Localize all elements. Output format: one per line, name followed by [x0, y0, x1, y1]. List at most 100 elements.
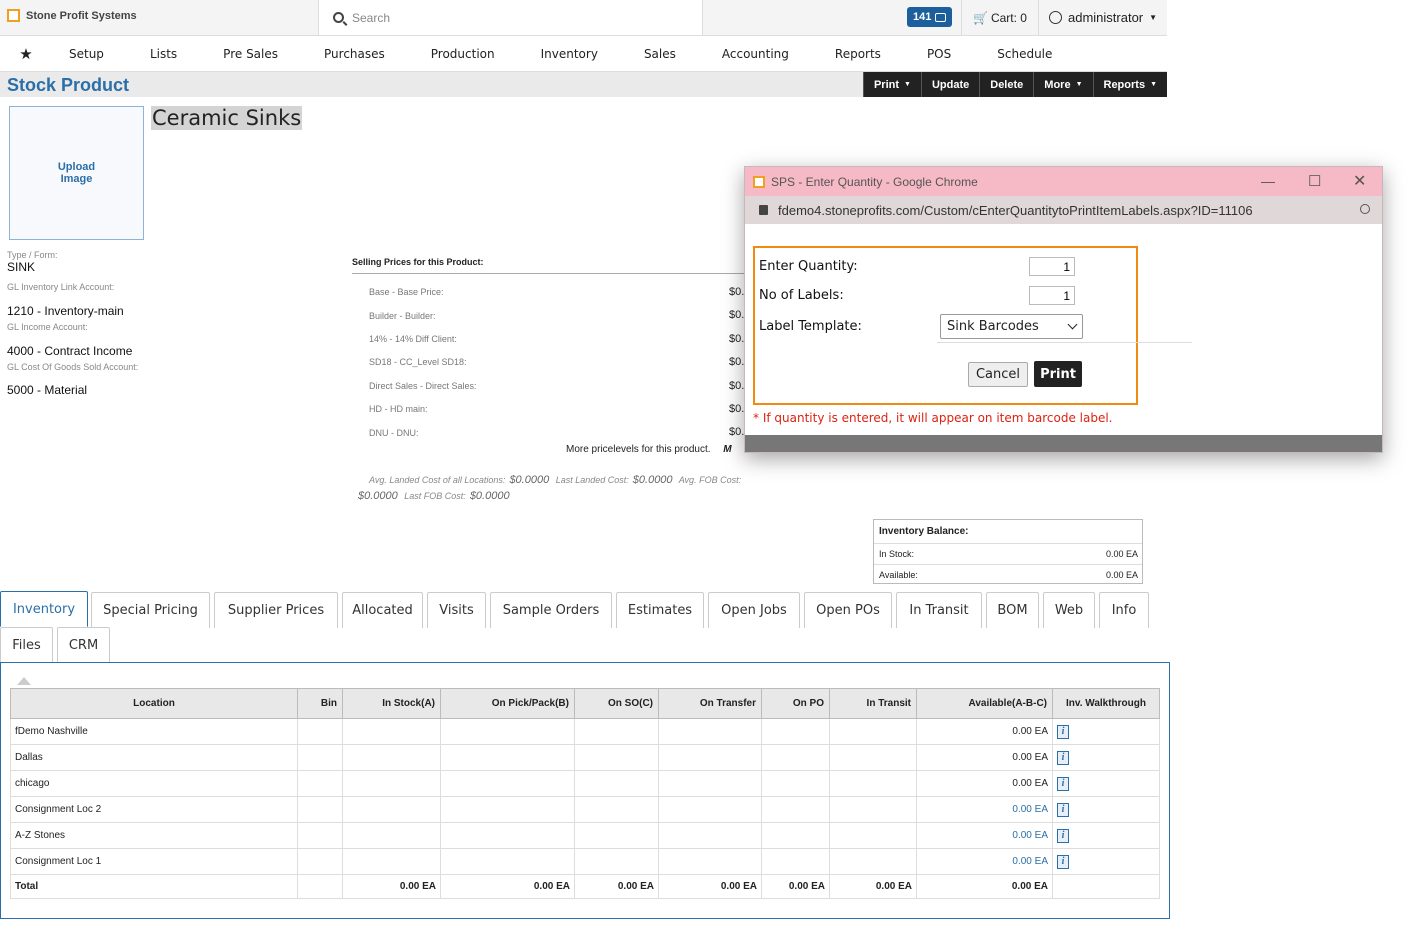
- search-icon: [333, 12, 344, 23]
- cancel-button[interactable]: Cancel: [968, 362, 1028, 387]
- inventory-balance: Inventory Balance: In Stock: 0.00 EA Ava…: [873, 519, 1143, 584]
- quantity-input[interactable]: [1029, 257, 1075, 276]
- brand-logo[interactable]: Stone Profit Systems: [7, 9, 137, 22]
- tab-open-pos[interactable]: Open POs: [804, 592, 892, 628]
- inventory-table: Location Bin In Stock(A) On Pick/Pack(B)…: [10, 688, 1160, 899]
- popup-titlebar[interactable]: SPS - Enter Quantity - Google Chrome — ☐…: [745, 167, 1382, 196]
- available-link[interactable]: 0.00 EA: [916, 822, 1053, 849]
- tab-inventory[interactable]: Inventory: [0, 591, 88, 627]
- gl-cogs-label: GL Cost Of Goods Sold Account:: [7, 362, 139, 372]
- tab-supplier-prices[interactable]: Supplier Prices: [214, 592, 338, 628]
- price-label: 14% - 14% Diff Client:: [369, 334, 457, 344]
- avg-fob-value: $0.0000: [358, 490, 398, 502]
- col-in-stock[interactable]: In Stock(A): [342, 688, 441, 719]
- divider: [937, 342, 1192, 343]
- info-icon[interactable]: i: [1057, 802, 1069, 817]
- tab-allocated[interactable]: Allocated: [342, 592, 423, 628]
- more-pricelevels-link[interactable]: More pricelevels for this product. M: [566, 444, 732, 455]
- upload-image-button[interactable]: Upload Image: [9, 106, 144, 240]
- caret-down-icon: ▼: [1149, 13, 1158, 22]
- gl-income-value: 4000 - Contract Income: [7, 344, 133, 358]
- last-fob-value: $0.0000: [469, 490, 510, 502]
- zoom-icon[interactable]: [1360, 204, 1370, 214]
- total-row: Total 0.00 EA 0.00 EA 0.00 EA 0.00 EA 0.…: [10, 874, 1160, 899]
- available-link[interactable]: 0.00 EA: [916, 848, 1053, 875]
- nav-sales[interactable]: Sales: [621, 47, 699, 61]
- messages-count: 141: [913, 11, 932, 23]
- nav-purchases[interactable]: Purchases: [301, 47, 408, 61]
- nav-pre-sales[interactable]: Pre Sales: [200, 47, 301, 61]
- table-row: fDemo Nashville 0.00 EA i: [10, 718, 1160, 745]
- label-template-value: Sink Barcodes: [947, 319, 1039, 334]
- avg-landed-value: $0.0000: [509, 474, 550, 486]
- reports-button[interactable]: Reports ▼: [1092, 72, 1167, 97]
- col-walkthrough[interactable]: Inv. Walkthrough: [1052, 688, 1160, 719]
- tab-info[interactable]: Info: [1099, 592, 1149, 628]
- col-bin[interactable]: Bin: [297, 688, 343, 719]
- cart-button[interactable]: 🛒 Cart: 0: [961, 0, 1038, 35]
- tab-crm[interactable]: CRM: [57, 627, 110, 663]
- messages-badge[interactable]: 141: [907, 7, 953, 27]
- print-labels-button[interactable]: Print: [1034, 361, 1082, 387]
- app-icon: [753, 175, 765, 188]
- info-icon[interactable]: i: [1057, 750, 1069, 765]
- nav-setup[interactable]: Setup: [52, 47, 127, 61]
- info-icon[interactable]: i: [1057, 854, 1069, 869]
- col-on-transfer[interactable]: On Transfer: [658, 688, 762, 719]
- tab-files[interactable]: Files: [0, 627, 53, 663]
- close-icon[interactable]: ✕: [1353, 171, 1366, 191]
- tab-special-pricing[interactable]: Special Pricing: [91, 592, 210, 628]
- nav-production[interactable]: Production: [408, 47, 518, 61]
- print-button[interactable]: Print ▼: [862, 72, 921, 97]
- price-value: $0.: [729, 380, 745, 392]
- table-row: Consignment Loc 2 0.00 EA i: [10, 796, 1160, 823]
- available-link[interactable]: 0.00 EA: [916, 796, 1053, 823]
- envelope-icon: [935, 12, 947, 22]
- last-landed-value: $0.0000: [632, 474, 673, 486]
- delete-button[interactable]: Delete: [979, 72, 1034, 97]
- col-on-pick-pack[interactable]: On Pick/Pack(B): [440, 688, 575, 719]
- nav-accounting[interactable]: Accounting: [699, 47, 812, 61]
- nav-schedule[interactable]: Schedule: [974, 47, 1075, 61]
- favorites-star-icon[interactable]: ★: [0, 45, 52, 63]
- user-menu[interactable]: administrator ▼: [1038, 0, 1167, 35]
- info-icon[interactable]: i: [1057, 828, 1069, 843]
- quantity-note: * If quantity is entered, it will appear…: [753, 411, 1113, 425]
- nav-inventory[interactable]: Inventory: [518, 47, 621, 61]
- tab-bom[interactable]: BOM: [986, 592, 1039, 628]
- minimize-icon[interactable]: —: [1261, 173, 1275, 189]
- info-icon[interactable]: i: [1057, 724, 1069, 739]
- page-title: Stock Product: [7, 75, 130, 95]
- col-on-so[interactable]: On SO(C): [574, 688, 659, 719]
- nav-lists[interactable]: Lists: [127, 47, 200, 61]
- col-location[interactable]: Location: [10, 688, 298, 719]
- nav-pos[interactable]: POS: [904, 47, 974, 61]
- nav-reports[interactable]: Reports: [812, 47, 904, 61]
- tab-estimates[interactable]: Estimates: [616, 592, 704, 628]
- search-input[interactable]: [352, 10, 672, 25]
- col-available[interactable]: Available(A-B-C): [916, 688, 1053, 719]
- maximize-icon[interactable]: ☐: [1308, 172, 1321, 190]
- popup-url[interactable]: fdemo4.stoneprofits.com/Custom/cEnterQua…: [778, 203, 1253, 218]
- gl-inventory-field: GL Inventory Link Account: 1210 - Invent…: [7, 282, 124, 318]
- tab-visits[interactable]: Visits: [427, 592, 486, 628]
- tab-open-jobs[interactable]: Open Jobs: [708, 592, 800, 628]
- col-in-transit[interactable]: In Transit: [829, 688, 917, 719]
- price-label: Builder - Builder:: [369, 311, 436, 321]
- table-row: Dallas 0.00 EA i: [10, 744, 1160, 771]
- more-button[interactable]: More ▼: [1033, 72, 1093, 97]
- product-name: Ceramic Sinks: [151, 106, 303, 130]
- tab-web[interactable]: Web: [1043, 592, 1095, 628]
- col-on-po[interactable]: On PO: [761, 688, 830, 719]
- panel-caret: [17, 677, 31, 685]
- tab-in-transit[interactable]: In Transit: [896, 592, 982, 628]
- labels-input[interactable]: [1029, 286, 1075, 305]
- tab-sample-orders[interactable]: Sample Orders: [490, 592, 612, 628]
- label-template-select[interactable]: Sink Barcodes: [940, 314, 1083, 339]
- price-value: $0.: [729, 286, 745, 298]
- gl-income-label: GL Income Account:: [7, 322, 88, 332]
- update-button[interactable]: Update: [920, 72, 980, 97]
- price-value: $0.: [729, 403, 745, 415]
- info-icon[interactable]: i: [1057, 776, 1069, 791]
- type-label: Type / Form:: [7, 250, 58, 260]
